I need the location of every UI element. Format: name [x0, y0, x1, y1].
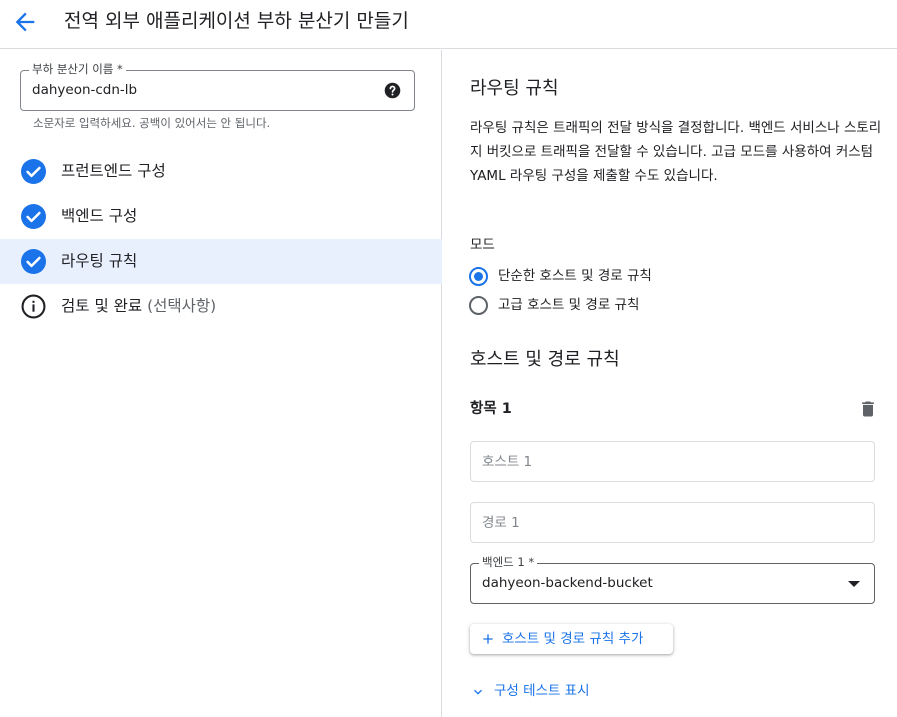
back-button[interactable] — [11, 8, 39, 36]
show-config-test-label: 구성 테스트 표시 — [494, 683, 590, 699]
step-routing-rules[interactable]: 라우팅 규칙 — [0, 239, 442, 284]
step-backend[interactable]: 백엔드 구성 — [0, 194, 442, 239]
step-frontend[interactable]: 프런트엔드 구성 — [0, 149, 442, 194]
path-field[interactable] — [470, 502, 875, 543]
check-circle-icon — [21, 204, 46, 229]
step-label: 백엔드 구성 — [61, 207, 138, 225]
page-title: 전역 외부 애플리케이션 부하 분산기 만들기 — [64, 10, 409, 32]
host-input[interactable] — [471, 442, 874, 481]
help-circle-icon[interactable] — [384, 82, 401, 99]
check-circle-icon — [21, 159, 46, 184]
path-input[interactable] — [471, 503, 874, 542]
chevron-down-icon — [474, 689, 482, 695]
trash-icon — [862, 401, 874, 417]
host-field[interactable] — [470, 441, 875, 482]
step-optional-label: (선택사항) — [147, 297, 217, 315]
lb-name-value[interactable]: dahyeon-cdn-lb — [32, 81, 137, 99]
mode-label: 모드 — [470, 237, 495, 253]
routing-rules-title: 라우팅 규칙 — [470, 78, 559, 99]
dropdown-arrow-icon — [848, 581, 860, 587]
header-bar: 전역 외부 애플리케이션 부하 분산기 만들기 — [0, 0, 897, 49]
radio-label: 고급 호스트 및 경로 규칙 — [498, 297, 640, 313]
delete-item-button[interactable] — [858, 399, 878, 419]
step-review[interactable]: 검토 및 완료 (선택사항) — [0, 284, 442, 329]
right-pane: 라우팅 규칙 라우팅 규칙은 트래픽의 전달 방식을 결정합니다. 백엔드 서비… — [443, 50, 897, 717]
plus-icon — [483, 634, 493, 644]
step-label: 라우팅 규칙 — [61, 252, 138, 270]
backend-select[interactable]: 백엔드 1 * dahyeon-backend-bucket — [470, 555, 875, 604]
lb-name-field[interactable]: 부하 분산기 이름 * dahyeon-cdn-lb — [20, 62, 415, 111]
check-circle-icon — [21, 249, 46, 274]
routing-rules-description: 라우팅 규칙은 트래픽의 전달 방식을 결정합니다. 백엔드 서비스나 스토리지… — [470, 120, 882, 184]
lb-name-hint: 소문자로 입력하세요. 공백이 있어서는 안 됩니다. — [33, 116, 271, 130]
host-path-title: 호스트 및 경로 규칙 — [470, 349, 620, 370]
step-label: 검토 및 완료 (선택사항) — [61, 297, 217, 315]
radio-button[interactable] — [469, 296, 488, 315]
radio-label: 단순한 호스트 및 경로 규칙 — [498, 268, 652, 284]
backend-select-value: dahyeon-backend-bucket — [482, 575, 653, 591]
add-host-path-rule-button[interactable]: 호스트 및 경로 규칙 추가 — [470, 624, 673, 654]
step-label: 프런트엔드 구성 — [61, 162, 166, 180]
radio-button-checked[interactable] — [469, 267, 488, 286]
add-button-label: 호스트 및 경로 규칙 추가 — [502, 631, 644, 647]
show-config-test-link[interactable]: 구성 테스트 표시 — [470, 680, 620, 702]
lb-name-label: 부하 분산기 이름 * — [29, 62, 126, 76]
item-title: 항목 1 — [470, 401, 512, 417]
left-pane: 부하 분산기 이름 * dahyeon-cdn-lb 소문자로 입력하세요. 공… — [0, 50, 442, 717]
info-icon — [21, 294, 46, 319]
backend-select-label: 백엔드 1 * — [479, 555, 538, 569]
arrow-back-icon — [15, 12, 35, 32]
